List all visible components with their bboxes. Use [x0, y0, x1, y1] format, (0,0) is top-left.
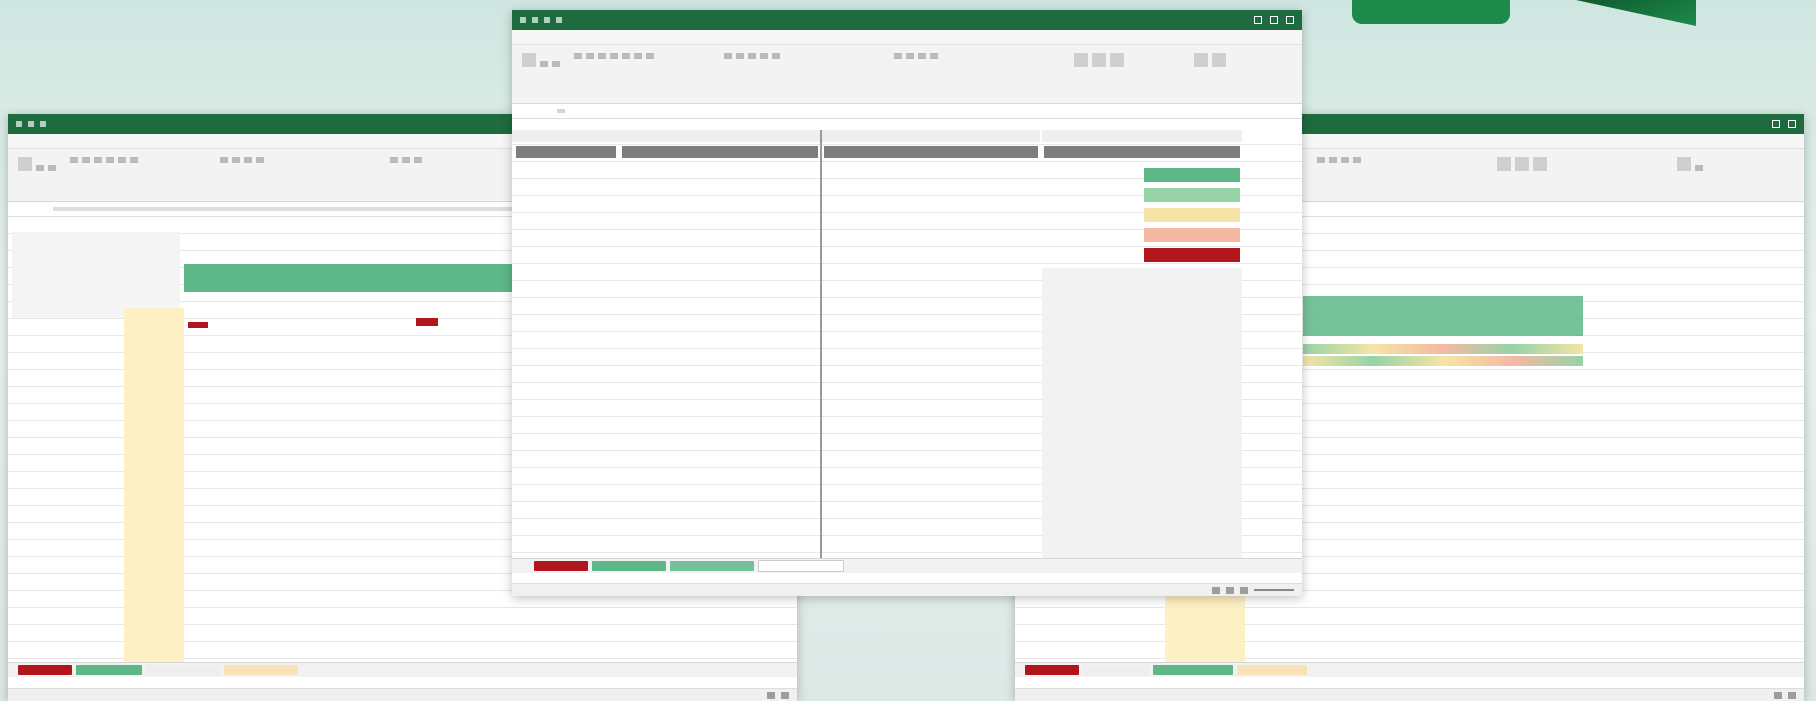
styles-group [388, 155, 424, 195]
sheet-tab-bar [1015, 662, 1804, 677]
status-bar [8, 688, 797, 701]
section-header [822, 130, 1040, 142]
page-layout-icon[interactable] [781, 691, 789, 699]
window-controls [1254, 16, 1294, 24]
clipboard-group [520, 51, 562, 91]
page-break-icon[interactable] [1240, 586, 1248, 594]
decorative-green-wedge [1576, 0, 1696, 26]
ribbon-tabs [512, 30, 1302, 45]
inactive-gray-area [1042, 268, 1242, 568]
sheet-tab[interactable] [670, 561, 754, 571]
autosave-toggle-icon[interactable] [520, 17, 526, 23]
normal-view-icon[interactable] [1774, 691, 1782, 699]
sheet-tab-bar [512, 558, 1302, 573]
close-icon[interactable] [1788, 120, 1796, 128]
sheet-tab[interactable] [534, 561, 588, 571]
sheet-tab[interactable] [1237, 665, 1307, 675]
zoom-slider[interactable] [1254, 589, 1294, 591]
column-header [516, 146, 616, 158]
sheet-tab[interactable] [592, 561, 666, 571]
column-header [622, 146, 818, 158]
green-header-row [184, 264, 519, 292]
editing-group [1675, 155, 1705, 195]
redo-icon[interactable] [40, 121, 46, 127]
minimize-icon[interactable] [1254, 16, 1262, 24]
alignment-group [218, 155, 266, 195]
sheet-tab-active[interactable] [758, 560, 844, 572]
quick-access-toolbar [520, 17, 562, 23]
undo-icon[interactable] [544, 17, 550, 23]
section-header [1042, 130, 1242, 142]
red-marker [188, 322, 208, 328]
green-header-row [1303, 296, 1583, 336]
column-divider [820, 130, 822, 570]
quick-access-toolbar [16, 121, 46, 127]
cells-group [1072, 51, 1126, 91]
sheet-tab[interactable] [224, 665, 298, 675]
sheet-tab[interactable] [76, 665, 142, 675]
worksheet-grid[interactable] [512, 130, 1302, 570]
styles-group [1315, 155, 1363, 195]
redo-icon[interactable] [556, 17, 562, 23]
page-layout-icon[interactable] [1788, 691, 1796, 699]
sheet-tab-bar [8, 662, 797, 677]
font-group [68, 155, 140, 195]
formula-bar [512, 104, 1302, 119]
colored-data-row [1303, 344, 1583, 354]
sheet-tab[interactable] [1083, 665, 1149, 675]
undo-icon[interactable] [28, 121, 34, 127]
clipboard-group [16, 155, 58, 195]
cells-group [1495, 155, 1549, 195]
page-layout-icon[interactable] [1226, 586, 1234, 594]
minimize-icon[interactable] [1772, 120, 1780, 128]
side-panel [12, 232, 180, 318]
paste-icon[interactable] [18, 157, 32, 171]
close-icon[interactable] [1286, 16, 1294, 24]
scale-cell [1144, 248, 1240, 262]
window-title-bar [512, 10, 1302, 30]
yellow-column [124, 308, 184, 668]
ribbon [512, 45, 1302, 104]
normal-view-icon[interactable] [767, 691, 775, 699]
paste-icon[interactable] [522, 53, 536, 67]
scale-cell [1144, 168, 1240, 182]
scale-cell [1144, 188, 1240, 202]
colored-data-row [1303, 356, 1583, 366]
section-header [512, 130, 820, 142]
column-header [824, 146, 1038, 158]
center-excel-window [512, 10, 1302, 596]
window-controls [1772, 120, 1796, 128]
sheet-tab[interactable] [1153, 665, 1233, 675]
yellow-note-block [1165, 590, 1245, 662]
decorative-green-box [1352, 0, 1510, 24]
editing-group [1192, 51, 1228, 91]
status-bar [1015, 688, 1804, 701]
sheet-tab[interactable] [146, 665, 220, 675]
alignment-group [722, 51, 782, 91]
save-icon[interactable] [16, 121, 22, 127]
sheet-tab[interactable] [1025, 665, 1079, 675]
font-group [572, 51, 656, 91]
red-marker [416, 318, 438, 326]
normal-view-icon[interactable] [1212, 586, 1220, 594]
add-sheet-icon[interactable] [522, 562, 530, 570]
column-header [1044, 146, 1240, 158]
save-icon[interactable] [532, 17, 538, 23]
scale-cell [1144, 208, 1240, 222]
maximize-icon[interactable] [1270, 16, 1278, 24]
scale-cell [1144, 228, 1240, 242]
sheet-tab[interactable] [18, 665, 72, 675]
status-bar [512, 583, 1302, 596]
styles-group [892, 51, 940, 91]
